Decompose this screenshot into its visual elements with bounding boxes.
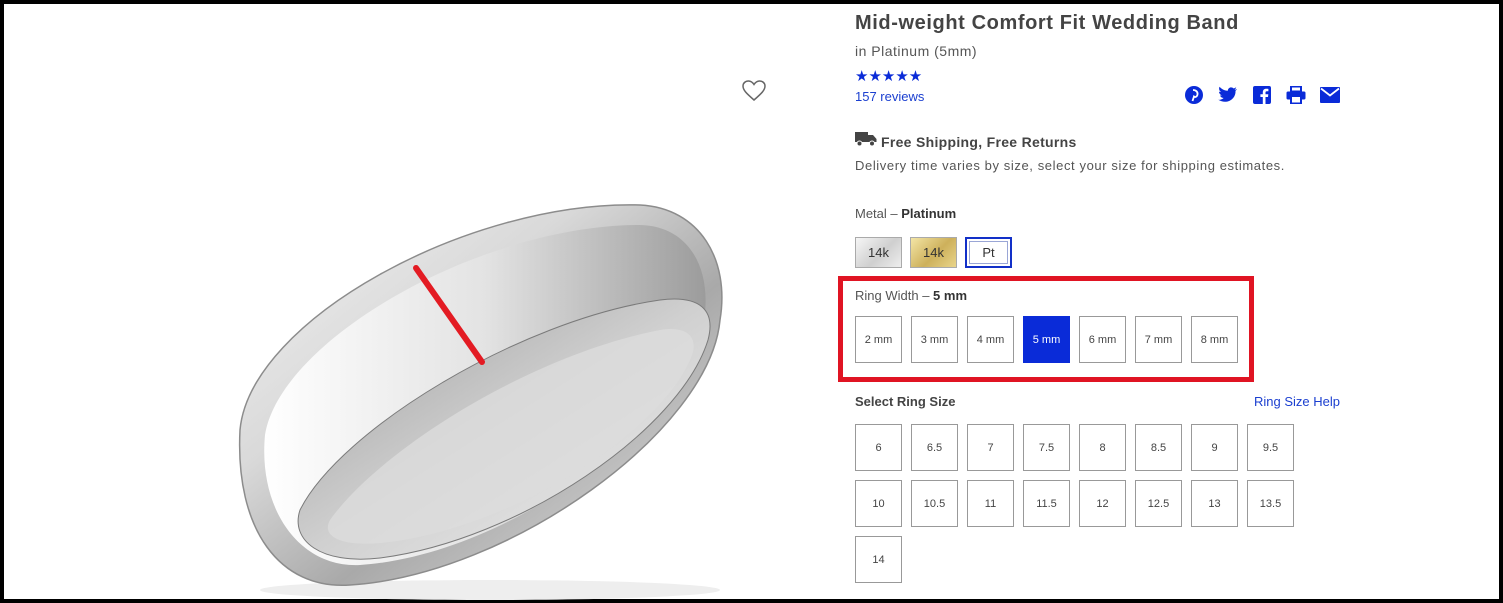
size-option[interactable]: 14 [855, 536, 902, 583]
size-option[interactable]: 7 [967, 424, 1014, 471]
metal-options: 14k 14k Pt [855, 237, 1012, 268]
facebook-icon[interactable] [1251, 85, 1273, 105]
metal-label-text: Metal – [855, 206, 898, 221]
size-option[interactable]: 12 [1079, 480, 1126, 527]
size-option[interactable]: 12.5 [1135, 480, 1182, 527]
metal-selected-value: Platinum [901, 206, 957, 221]
size-option[interactable]: 10.5 [911, 480, 958, 527]
metal-option-platinum[interactable]: Pt [965, 237, 1012, 268]
size-option[interactable]: 6.5 [911, 424, 958, 471]
metal-option-14k-white-gold[interactable]: 14k [855, 237, 902, 268]
size-option[interactable]: 9 [1191, 424, 1238, 471]
reviews-link[interactable]: 157 reviews [855, 89, 924, 104]
metal-option-14k-yellow-gold[interactable]: 14k [910, 237, 957, 268]
rating-stars[interactable]: ★★★★★ [855, 69, 922, 85]
ring-width-highlight-box [838, 276, 1254, 382]
shipping-title: Free Shipping, Free Returns [881, 133, 1077, 150]
size-option[interactable]: 13 [1191, 480, 1238, 527]
pinterest-icon[interactable] [1183, 85, 1205, 105]
size-option[interactable]: 7.5 [1023, 424, 1070, 471]
ring-size-options: 6 6.5 7 7.5 8 8.5 9 9.5 10 10.5 11 11.5 … [855, 424, 1294, 583]
size-option[interactable]: 8 [1079, 424, 1126, 471]
size-option[interactable]: 13.5 [1247, 480, 1294, 527]
product-subtitle: in Platinum (5mm) [855, 43, 978, 59]
size-option[interactable]: 8.5 [1135, 424, 1182, 471]
metal-label: Metal – Platinum [855, 206, 956, 221]
ring-size-label: Select Ring Size [855, 394, 956, 409]
ring-size-help-link[interactable]: Ring Size Help [1254, 394, 1340, 409]
size-option[interactable]: 10 [855, 480, 902, 527]
truck-icon [855, 131, 877, 152]
product-image [238, 204, 723, 600]
size-option[interactable]: 6 [855, 424, 902, 471]
product-title: Mid-weight Comfort Fit Wedding Band [855, 12, 1239, 34]
twitter-icon[interactable] [1217, 85, 1239, 105]
size-option[interactable]: 9.5 [1247, 424, 1294, 471]
email-icon[interactable] [1319, 85, 1341, 105]
favorite-heart-icon[interactable] [742, 80, 768, 104]
share-bar [1183, 85, 1341, 105]
size-option[interactable]: 11.5 [1023, 480, 1070, 527]
shipping-banner: Free Shipping, Free Returns [855, 131, 1077, 152]
size-option[interactable]: 11 [967, 480, 1014, 527]
print-icon[interactable] [1285, 85, 1307, 105]
shipping-note: Delivery time varies by size, select you… [855, 158, 1285, 173]
